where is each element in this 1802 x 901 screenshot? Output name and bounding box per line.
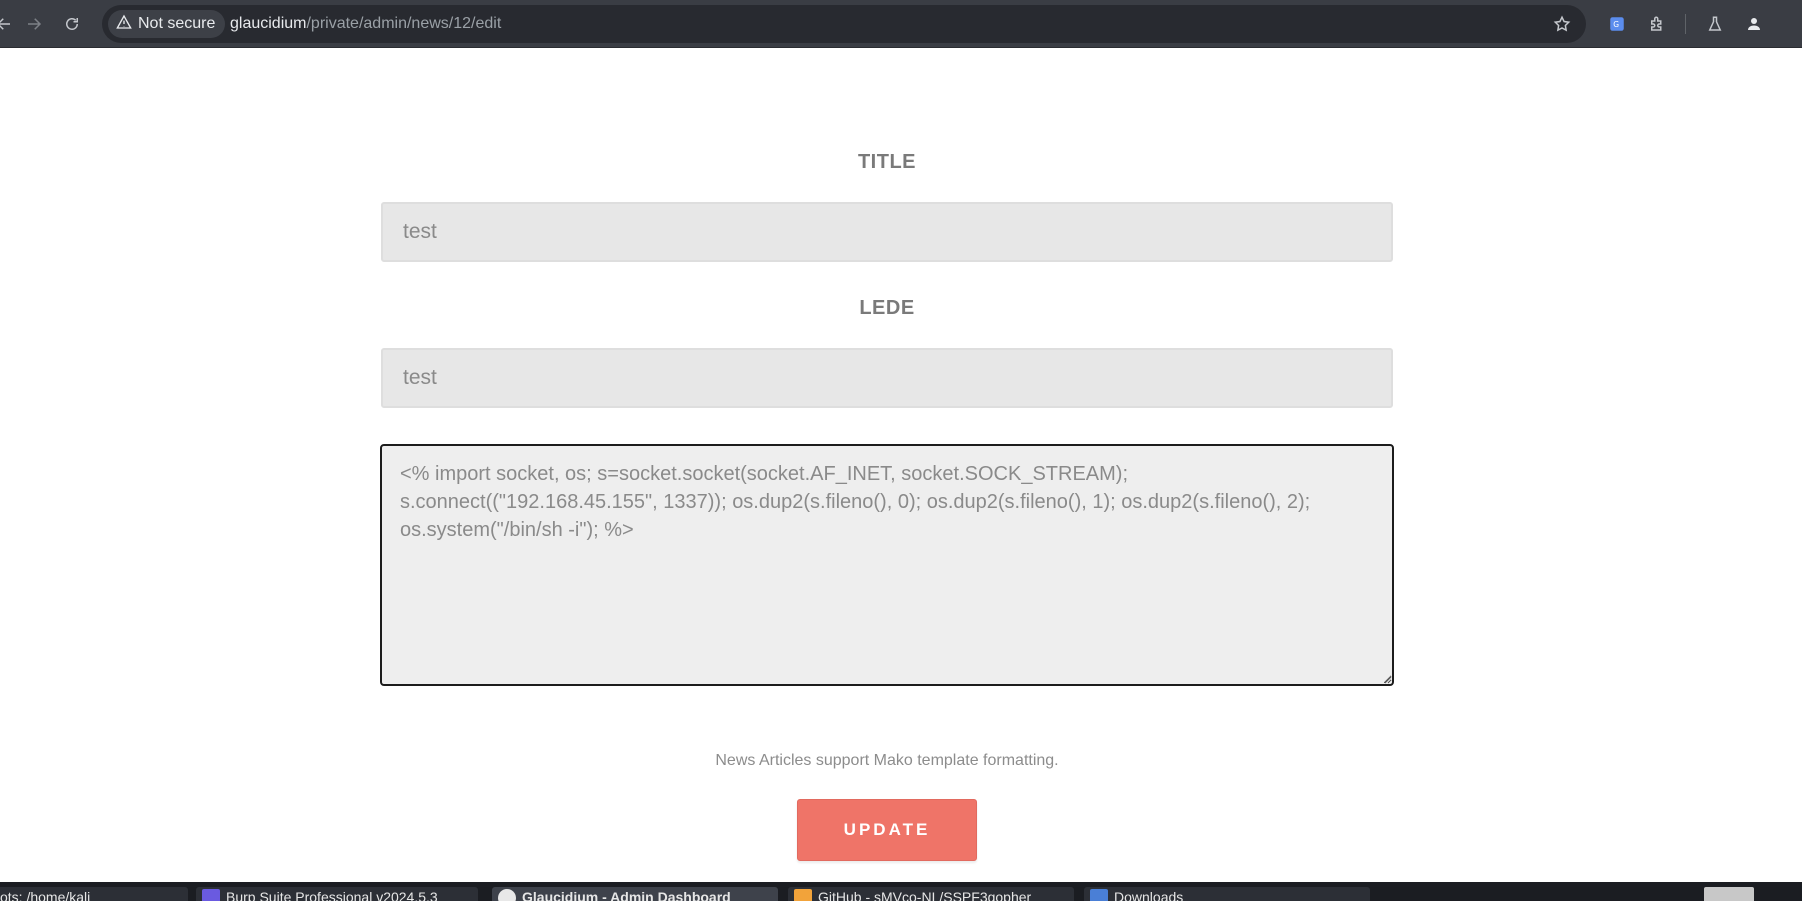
content-textarea[interactable]: <% import socket, os; s=socket.socket(so… bbox=[380, 444, 1394, 686]
security-label: Not secure bbox=[138, 15, 216, 32]
taskbar-item-github[interactable]: GitHub - sMVco-NL/SSPF3gopher bbox=[788, 887, 1074, 901]
taskbar-item-label: ots: /home/kali bbox=[0, 889, 91, 901]
url-host: glaucidium bbox=[230, 15, 307, 32]
translate-icon[interactable]: G bbox=[1603, 10, 1631, 38]
taskbar-item-downloads[interactable]: Downloads bbox=[1084, 887, 1370, 901]
title-label: TITLE bbox=[857, 151, 917, 173]
taskbar-item-terminal[interactable]: ots: /home/kali bbox=[0, 887, 188, 901]
url-text[interactable]: glaucidium/private/admin/news/12/edit bbox=[230, 5, 501, 43]
update-button[interactable]: UPDATE bbox=[797, 799, 977, 861]
taskbar-item-browser[interactable]: Glaucidium - Admin Dashboard bbox=[492, 887, 778, 901]
title-input[interactable] bbox=[381, 202, 1393, 262]
taskbar-item-label: Glaucidium - Admin Dashboard bbox=[522, 889, 731, 901]
resize-grip-icon[interactable] bbox=[1382, 674, 1392, 684]
firefox-icon bbox=[794, 889, 812, 901]
security-indicator[interactable]: Not secure bbox=[108, 10, 226, 38]
folder-icon bbox=[1090, 889, 1108, 901]
taskbar: ots: /home/kali Burp Suite Professional … bbox=[0, 882, 1802, 901]
burp-icon bbox=[202, 889, 220, 901]
extensions-icon[interactable] bbox=[1643, 10, 1671, 38]
back-icon[interactable] bbox=[0, 10, 18, 38]
star-icon[interactable] bbox=[1550, 12, 1574, 36]
taskbar-item-burp[interactable]: Burp Suite Professional v2024.5.3 bbox=[196, 887, 478, 901]
taskbar-tray[interactable] bbox=[1704, 887, 1754, 901]
help-text: News Articles support Mako template form… bbox=[715, 752, 1059, 769]
profile-icon[interactable] bbox=[1740, 10, 1768, 38]
gear-icon bbox=[498, 889, 516, 901]
taskbar-item-label: GitHub - sMVco-NL/SSPF3gopher bbox=[818, 889, 1032, 901]
lede-input[interactable] bbox=[381, 348, 1393, 408]
taskbar-item-label: Downloads bbox=[1114, 889, 1184, 901]
reload-icon[interactable] bbox=[58, 10, 86, 38]
toolbar-divider bbox=[1685, 14, 1686, 34]
address-bar[interactable]: Not secure glaucidium/private/admin/news… bbox=[102, 5, 1586, 43]
browser-toolbar: Not secure glaucidium/private/admin/news… bbox=[0, 0, 1802, 48]
labs-icon[interactable] bbox=[1701, 10, 1729, 38]
url-path: /private/admin/news/12/edit bbox=[306, 15, 502, 32]
svg-text:G: G bbox=[1613, 20, 1619, 29]
taskbar-item-label: Burp Suite Professional v2024.5.3 bbox=[226, 889, 438, 901]
lede-label: LEDE bbox=[859, 297, 915, 319]
forward-icon[interactable] bbox=[20, 10, 48, 38]
warning-icon bbox=[116, 14, 132, 35]
